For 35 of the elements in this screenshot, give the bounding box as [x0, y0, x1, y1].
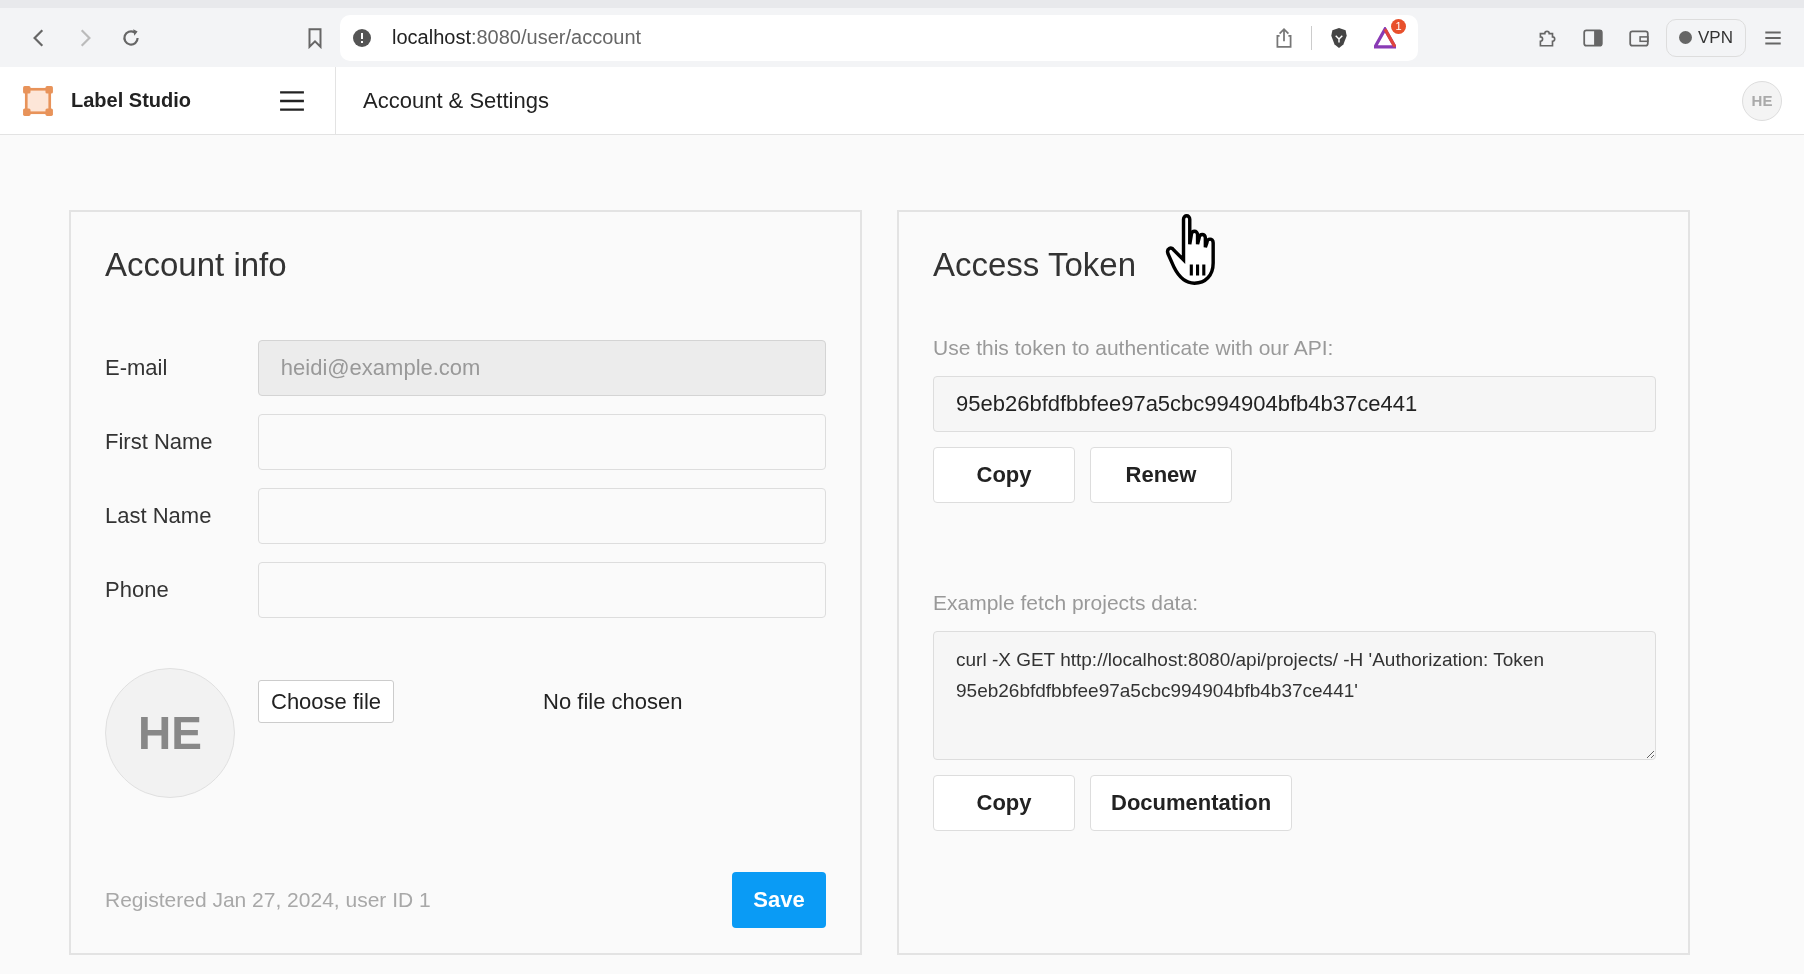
field-label: E-mail [105, 355, 169, 381]
info-icon[interactable] [352, 27, 372, 48]
field-label: First Name [105, 429, 214, 455]
field-label: Phone [105, 577, 170, 603]
field-label: Last Name [105, 503, 213, 529]
renew-button[interactable]: Renew [1090, 447, 1232, 503]
notification-badge: 1 [1391, 18, 1406, 34]
input-field[interactable] [257, 488, 826, 544]
status-dot-icon [1679, 31, 1692, 44]
sidebar-icon[interactable] [1582, 26, 1604, 49]
lion-shield-icon[interactable] [1328, 26, 1350, 49]
logo-icon [22, 84, 54, 117]
token-field[interactable]: 95eb26bfdfbbfee97a5cbc994904bfb4b37ce441 [933, 376, 1656, 432]
example-label: Example fetch projects data: [933, 591, 1199, 615]
example-code-field[interactable]: curl -X GET http://localhost:8080/api/projects/ -H 'Authorization: Token 95eb26bfdfbbfee97a5cbc994904bfb4b37ce441' [933, 631, 1656, 760]
triangle-icon[interactable] [1374, 26, 1396, 49]
card-title: Access Token [933, 246, 1137, 284]
documentation-button[interactable]: Documentation [1090, 775, 1293, 831]
address-bar[interactable]: localhost:8080/user/account 1 [340, 14, 1418, 61]
file-status: No file chosen [543, 689, 683, 715]
registration-info: Registered Jan 27, 2024, user ID 1 [105, 888, 431, 912]
user-avatar: HE [105, 668, 235, 798]
input-field[interactable] [257, 414, 826, 470]
choose-file-button[interactable]: Choose file [258, 680, 395, 723]
input-field[interactable] [257, 562, 826, 618]
url-text: localhost:8080/user/account [392, 26, 642, 49]
copy-button[interactable]: Copy [933, 447, 1075, 503]
app-name: Label Studio [71, 89, 192, 112]
page-title: Account & Settings [363, 87, 549, 114]
token-description: Use this token to authenticate with our API: [933, 336, 1335, 360]
vpn-button[interactable]: VPN [1666, 18, 1746, 57]
reload-icon[interactable] [120, 26, 142, 49]
menu-icon[interactable] [279, 89, 305, 112]
copy-button[interactable]: Copy [933, 775, 1075, 831]
card-title: Account info [105, 246, 288, 284]
